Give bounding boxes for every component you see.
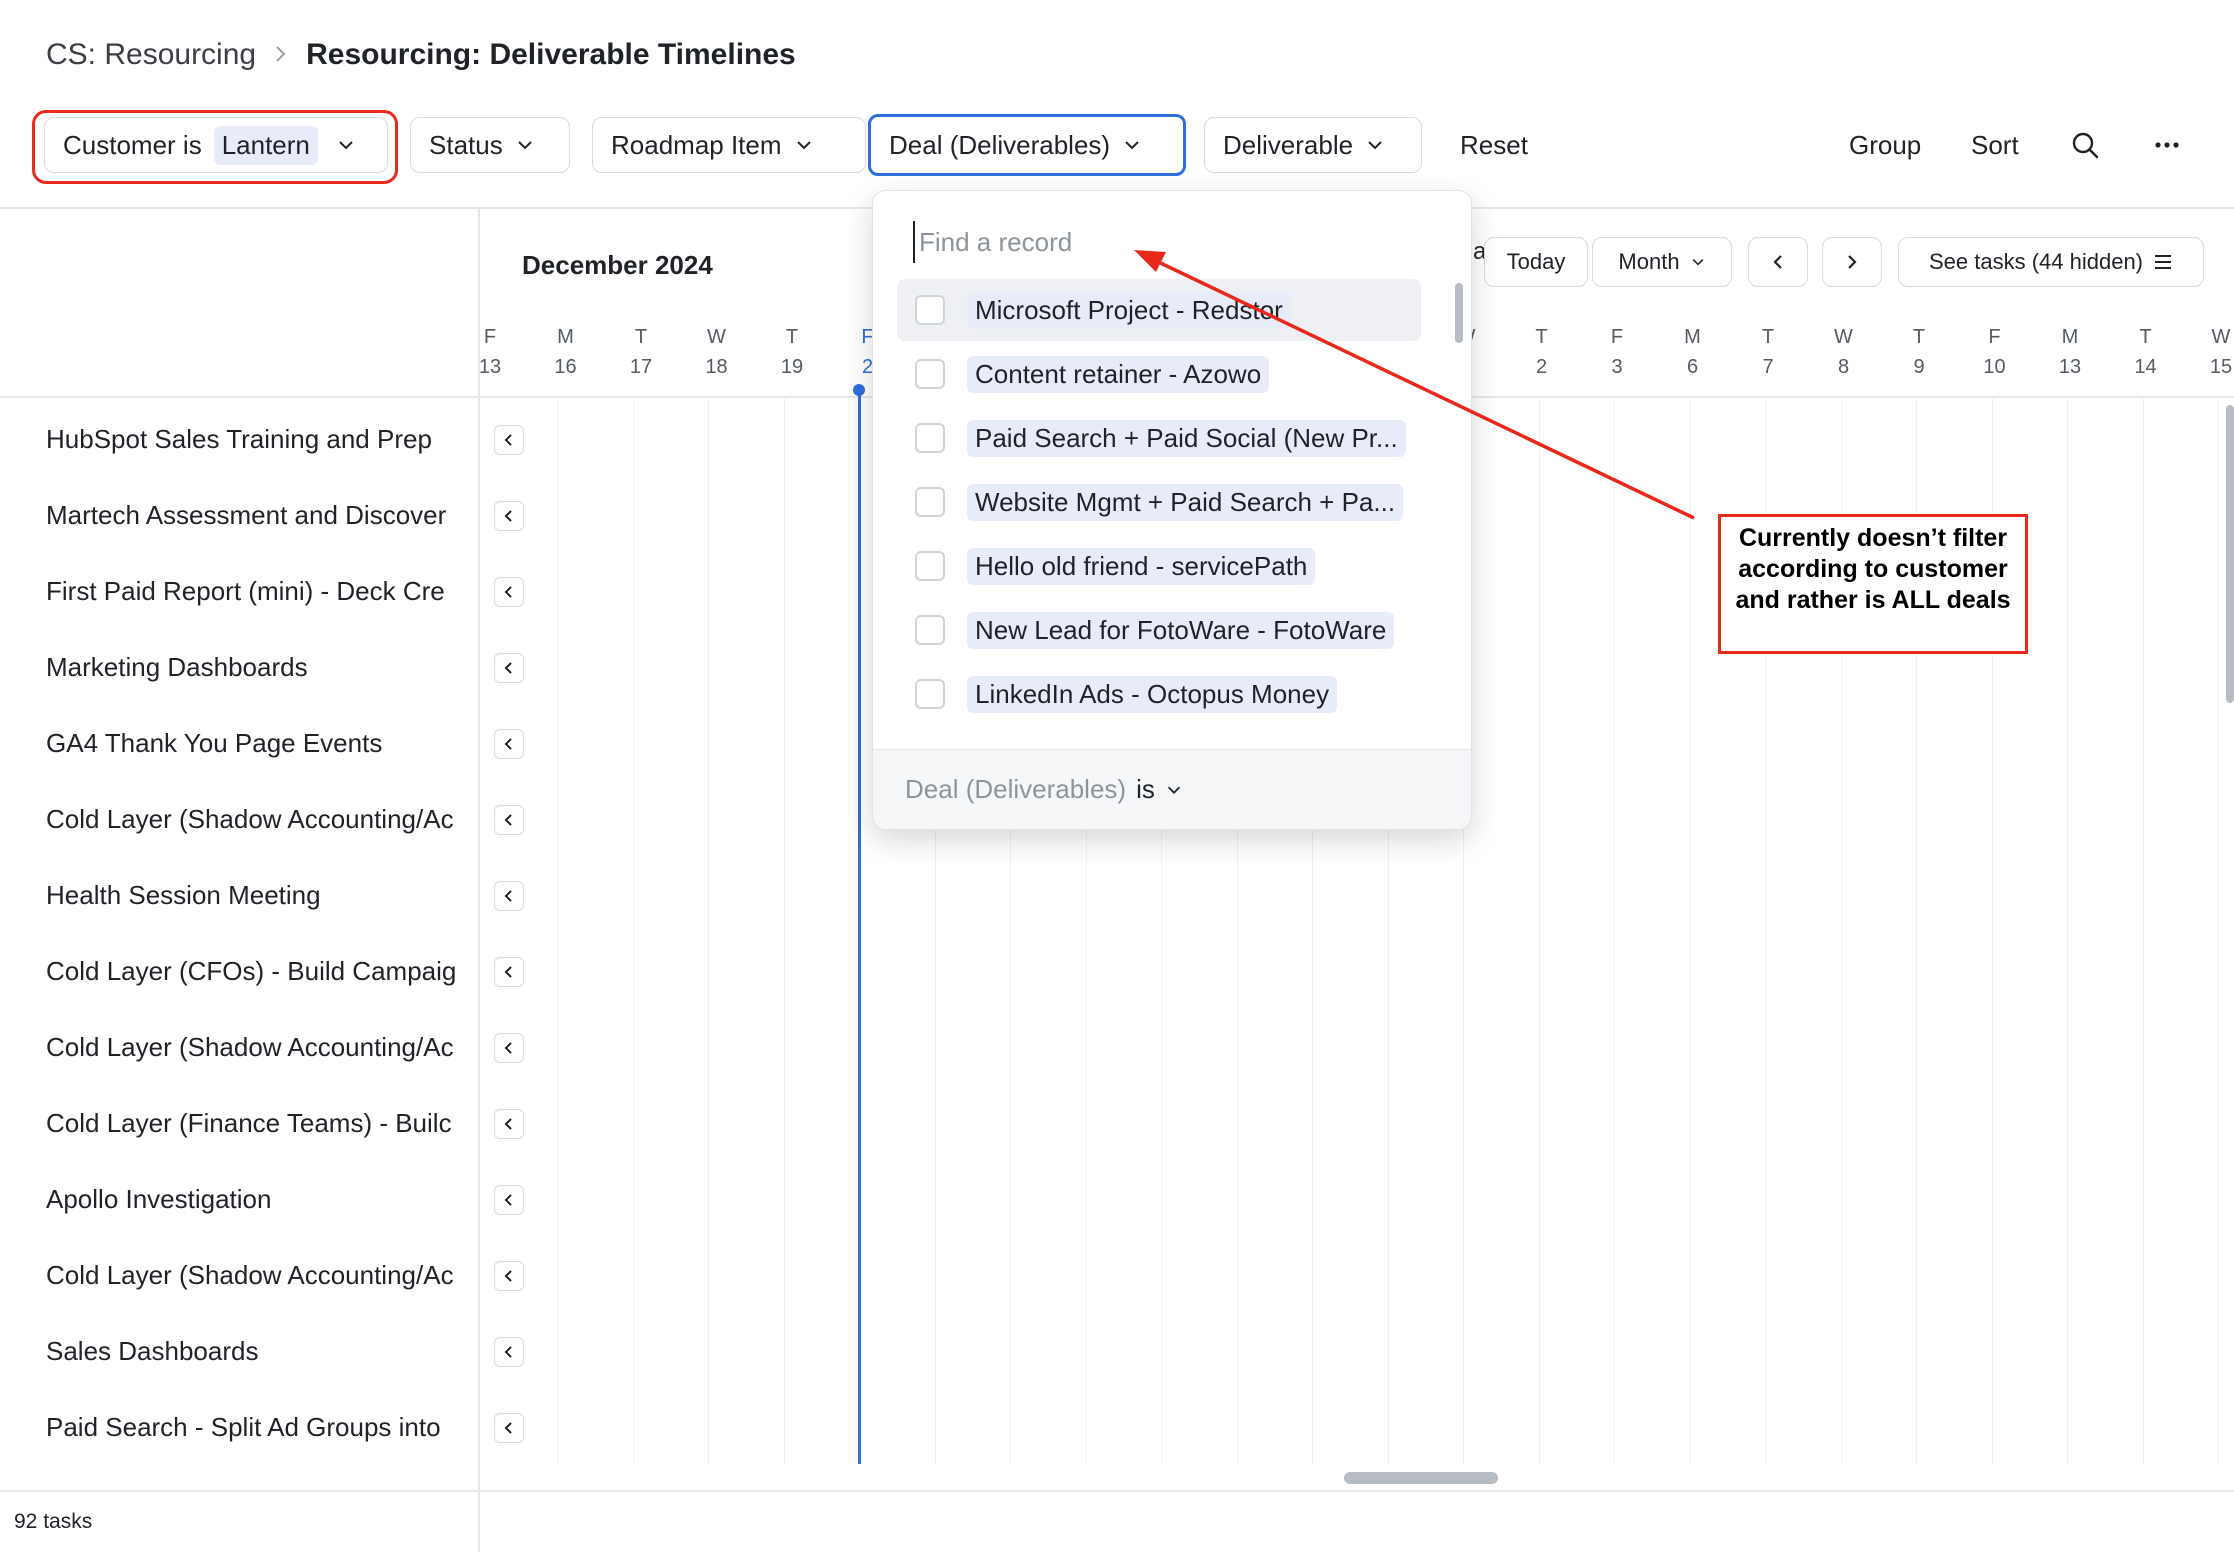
annotation-note: Currently doesn’t filter according to cu… [1718, 514, 2028, 654]
vertical-scrollbar[interactable] [2226, 405, 2234, 703]
task-count: 92 tasks [14, 1510, 93, 1533]
annotation-line-1: Currently doesn’t filter [1738, 524, 2008, 552]
horizontal-scrollbar[interactable] [1344, 1472, 1498, 1484]
annotation-line-2: according to customer [1738, 555, 2008, 583]
annotation-arrow [1134, 250, 1695, 520]
annotation-line-3: and rather is ALL deals [1735, 586, 2011, 614]
